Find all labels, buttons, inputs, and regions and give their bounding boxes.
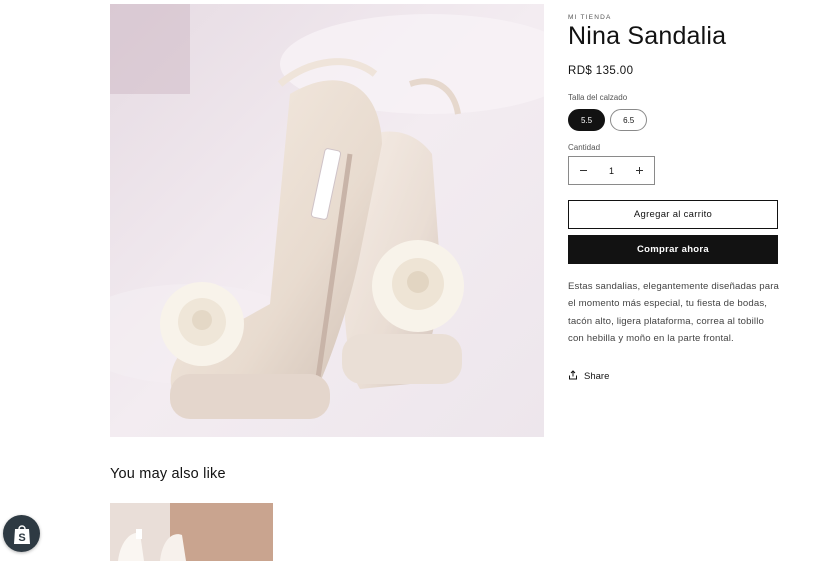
vendor-label: MI TIENDA (568, 14, 612, 21)
size-option-5-5[interactable]: 5.5 (568, 109, 606, 131)
product-price: RD$ 135.00 (568, 65, 634, 77)
product-title: Nina Sandalia (568, 22, 727, 50)
related-heading: You may also like (110, 466, 226, 482)
shopify-bag-icon[interactable]: S (3, 515, 40, 552)
product-description: Estas sandalias, elegantemente diseñadas… (568, 281, 780, 344)
size-label: Talla del calzado (568, 93, 628, 102)
quantity-label: Cantidad (568, 143, 601, 152)
minus-icon[interactable] (569, 164, 597, 178)
buy-now-button[interactable]: Comprar ahora (568, 235, 778, 264)
share-icon (568, 370, 578, 383)
add-to-cart-button[interactable]: Agregar al carrito (568, 200, 778, 229)
quantity-input[interactable]: 1 (609, 166, 614, 176)
share-button[interactable]: Share (568, 370, 609, 383)
quantity-stepper: 1 (568, 156, 655, 185)
related-product-card[interactable] (110, 503, 273, 561)
product-image[interactable] (110, 4, 544, 437)
svg-text:S: S (18, 532, 25, 544)
size-options: 5.5 6.5 (568, 109, 648, 131)
share-label: Share (584, 371, 610, 382)
size-option-6-5[interactable]: 6.5 (610, 109, 648, 131)
plus-icon[interactable] (626, 164, 654, 178)
